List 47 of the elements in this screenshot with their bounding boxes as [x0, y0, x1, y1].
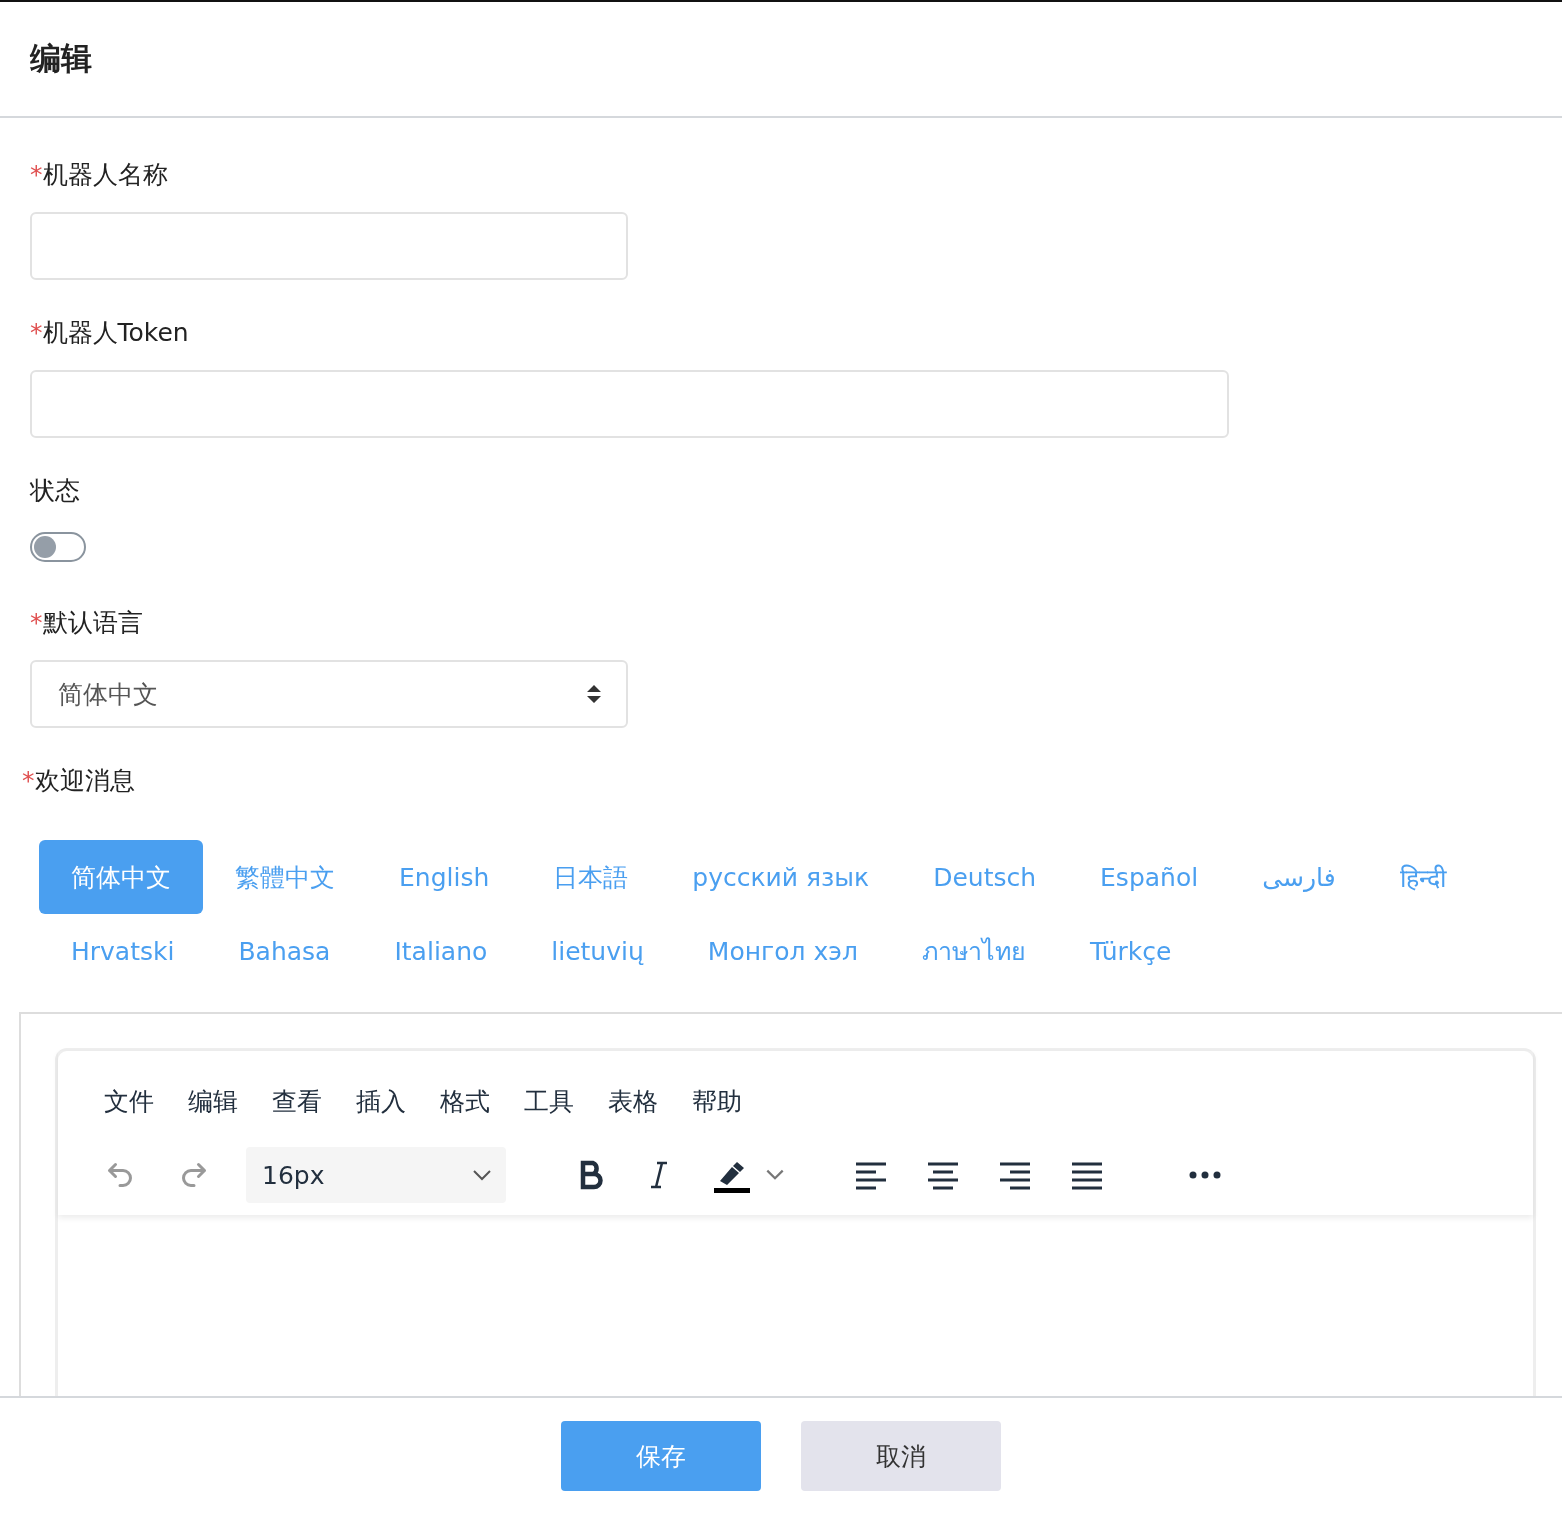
language-tab[interactable]: Hrvatski [39, 914, 207, 988]
menu-item[interactable]: 插入 [346, 1081, 416, 1121]
menu-item[interactable]: 编辑 [178, 1081, 248, 1121]
text-input[interactable] [30, 370, 1229, 438]
font-size-dropdown[interactable]: 16px [246, 1147, 506, 1203]
chevron-down-icon[interactable] [764, 1168, 786, 1182]
field-label: *机器人名称 [30, 159, 168, 191]
language-tab[interactable]: فارسی [1230, 840, 1368, 914]
justify-icon[interactable] [1070, 1160, 1104, 1190]
field-label: *默认语言 [30, 607, 143, 639]
menu-item[interactable]: 查看 [262, 1081, 332, 1121]
status-toggle[interactable] [30, 532, 86, 562]
select-value: 简体中文 [58, 678, 158, 711]
font-size-value: 16px [262, 1160, 325, 1190]
menu-item[interactable]: 工具 [514, 1081, 584, 1121]
language-tab[interactable]: 日本語 [521, 840, 661, 914]
language-tab[interactable]: Deutsch [901, 840, 1069, 914]
language-tab[interactable]: Монгол хэл [675, 914, 890, 988]
chevron-down-icon [472, 1169, 492, 1181]
field-label: *欢迎消息 [22, 765, 136, 797]
menu-item[interactable]: 帮助 [682, 1081, 752, 1121]
language-tab[interactable]: Italiano [362, 914, 520, 988]
language-tab[interactable]: русский язык [660, 840, 902, 914]
menu-item[interactable]: 格式 [430, 1081, 500, 1121]
language-tab[interactable]: English [367, 840, 522, 914]
cancel-button[interactable]: 取消 [801, 1421, 1001, 1491]
language-tab[interactable]: हिन्दी [1367, 840, 1478, 914]
field-label: 状态 [30, 475, 80, 507]
align-center-icon[interactable] [926, 1160, 960, 1190]
language-tab[interactable]: 简体中文 [39, 840, 203, 914]
language-select[interactable]: 简体中文 [30, 660, 628, 728]
language-tab[interactable]: 繁體中文 [203, 840, 367, 914]
field-label: *机器人Token [30, 317, 189, 349]
align-left-icon[interactable] [854, 1160, 888, 1190]
more-icon[interactable] [1188, 1170, 1222, 1180]
language-tab[interactable]: Español [1068, 840, 1231, 914]
language-tab[interactable]: Türkçe [1057, 914, 1204, 988]
language-tab[interactable]: ภาษาไทย [889, 914, 1058, 988]
language-tab[interactable]: lietuvių [519, 914, 676, 988]
menu-item[interactable]: 表格 [598, 1081, 668, 1121]
menu-item[interactable]: 文件 [94, 1081, 164, 1121]
text-input[interactable] [30, 212, 628, 280]
dialog-title: 编辑 [30, 39, 92, 78]
sort-caret-icon [586, 683, 602, 705]
save-button[interactable]: 保存 [561, 1421, 761, 1491]
align-right-icon[interactable] [998, 1160, 1032, 1190]
language-tab[interactable]: Bahasa [206, 914, 363, 988]
